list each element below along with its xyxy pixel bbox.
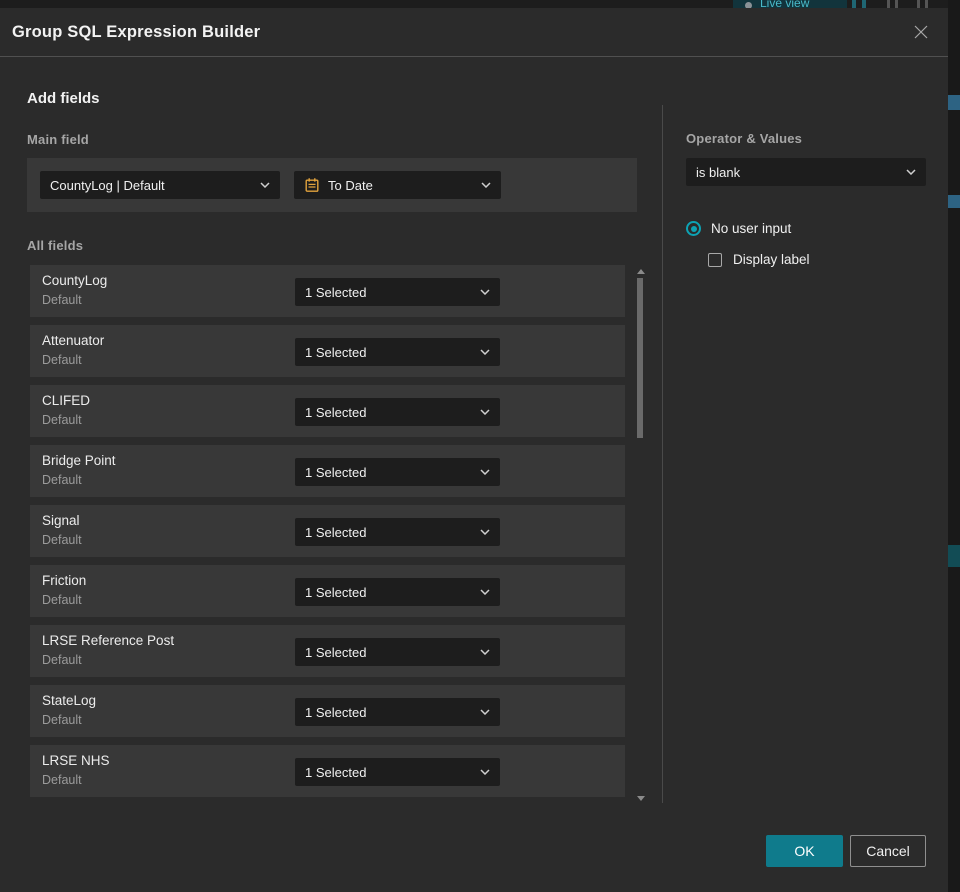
panel-divider: [662, 105, 663, 803]
all-fields-list: CountyLog Default 1 Selected Attenuator …: [30, 265, 625, 797]
chevron-down-icon: [480, 709, 490, 715]
field-selected-value: 1 Selected: [305, 464, 367, 480]
all-fields-label: All fields: [27, 238, 84, 253]
main-field-select[interactable]: CountyLog | Default: [40, 171, 280, 199]
field-row: LRSE NHS Default 1 Selected: [30, 745, 625, 797]
chevron-down-icon: [480, 589, 490, 595]
background-app-strip: Live view: [0, 0, 960, 8]
display-label-label: Display label: [733, 252, 810, 267]
background-fragment: [948, 195, 960, 208]
background-bar: [862, 0, 866, 8]
field-row: Friction Default 1 Selected: [30, 565, 625, 617]
background-bar: [895, 0, 898, 8]
field-row: Signal Default 1 Selected: [30, 505, 625, 557]
background-bar: [887, 0, 890, 8]
chevron-down-icon: [480, 349, 490, 355]
field-row: StateLog Default 1 Selected: [30, 685, 625, 737]
chevron-down-icon: [481, 182, 491, 188]
field-row: Bridge Point Default 1 Selected: [30, 445, 625, 497]
dialog-header: Group SQL Expression Builder: [0, 8, 948, 57]
operator-select-value: is blank: [696, 164, 741, 180]
radio-selected-icon: [686, 221, 701, 236]
field-selected-value: 1 Selected: [305, 764, 367, 780]
chevron-down-icon: [480, 529, 490, 535]
no-user-input-radio[interactable]: No user input: [686, 221, 791, 236]
ok-button[interactable]: OK: [766, 835, 843, 867]
scrollbar-down-arrow-icon[interactable]: [637, 796, 645, 801]
field-selected-dropdown[interactable]: 1 Selected: [295, 338, 500, 366]
background-bar: [917, 0, 920, 8]
chevron-down-icon: [260, 182, 270, 188]
add-fields-heading: Add fields: [27, 90, 100, 107]
background-fragment: [948, 545, 960, 567]
group-sql-expression-builder-dialog: Group SQL Expression Builder Add fields …: [0, 8, 948, 892]
field-selected-dropdown[interactable]: 1 Selected: [295, 578, 500, 606]
calendar-icon: [305, 178, 319, 192]
chevron-down-icon: [480, 649, 490, 655]
display-label-checkbox[interactable]: Display label: [708, 252, 810, 267]
live-view-label: Live view: [760, 0, 810, 8]
background-right-strip: [948, 0, 960, 892]
fields-list-scrollbar[interactable]: [637, 278, 643, 438]
dialog-title: Group SQL Expression Builder: [12, 22, 261, 41]
scrollbar-up-arrow-icon[interactable]: [637, 269, 645, 274]
main-field-row: CountyLog | Default To Date: [27, 158, 637, 212]
main-field-label: Main field: [27, 132, 89, 147]
background-bar: [925, 0, 928, 8]
field-selected-dropdown[interactable]: 1 Selected: [295, 278, 500, 306]
main-field-select-value: CountyLog | Default: [50, 177, 165, 193]
chevron-down-icon: [480, 469, 490, 475]
field-selected-dropdown[interactable]: 1 Selected: [295, 698, 500, 726]
checkbox-unchecked-icon: [708, 252, 722, 267]
field-selected-value: 1 Selected: [305, 644, 367, 660]
main-value-select-value: To Date: [328, 177, 373, 193]
field-selected-value: 1 Selected: [305, 704, 367, 720]
field-selected-value: 1 Selected: [305, 284, 367, 300]
main-value-select[interactable]: To Date: [294, 171, 501, 199]
field-selected-value: 1 Selected: [305, 404, 367, 420]
screen: Live view Group SQL Expression Builder A…: [0, 0, 960, 892]
field-selected-value: 1 Selected: [305, 344, 367, 360]
field-selected-dropdown[interactable]: 1 Selected: [295, 638, 500, 666]
background-fragment: [948, 95, 960, 110]
field-row: Attenuator Default 1 Selected: [30, 325, 625, 377]
chevron-down-icon: [480, 409, 490, 415]
live-view-indicator: Live view: [733, 0, 847, 8]
field-selected-value: 1 Selected: [305, 524, 367, 540]
chevron-down-icon: [906, 169, 916, 175]
operator-values-label: Operator & Values: [686, 131, 803, 146]
field-row: LRSE Reference Post Default 1 Selected: [30, 625, 625, 677]
field-selected-dropdown[interactable]: 1 Selected: [295, 518, 500, 546]
chevron-down-icon: [480, 289, 490, 295]
cancel-button[interactable]: Cancel: [850, 835, 926, 867]
close-icon: [914, 25, 928, 39]
no-user-input-label: No user input: [711, 221, 792, 236]
field-selected-value: 1 Selected: [305, 584, 367, 600]
background-bar: [852, 0, 856, 8]
chevron-down-icon: [480, 769, 490, 775]
field-selected-dropdown[interactable]: 1 Selected: [295, 458, 500, 486]
field-selected-dropdown[interactable]: 1 Selected: [295, 398, 500, 426]
field-selected-dropdown[interactable]: 1 Selected: [295, 758, 500, 786]
field-row: CountyLog Default 1 Selected: [30, 265, 625, 317]
operator-select[interactable]: is blank: [686, 158, 926, 186]
field-row: CLIFED Default 1 Selected: [30, 385, 625, 437]
close-button[interactable]: [908, 19, 934, 45]
